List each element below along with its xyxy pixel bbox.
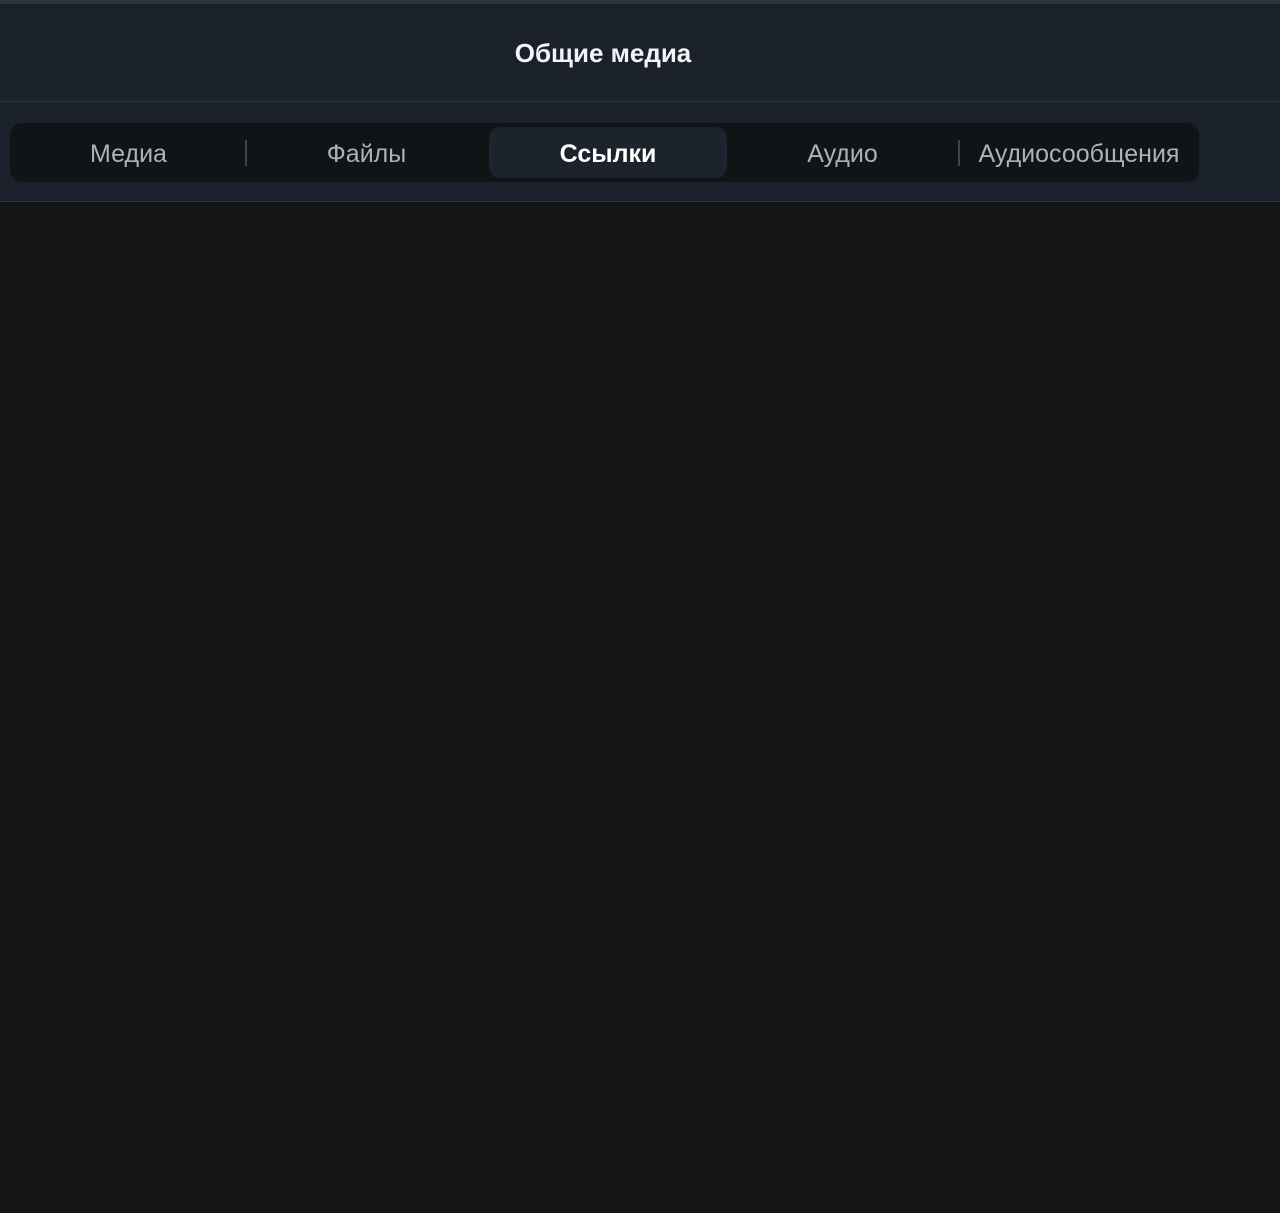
tab-divider [958,140,960,166]
page-title: Общие медиа [514,38,692,68]
tab-media[interactable]: Медиа [10,127,247,178]
tab-files[interactable]: Файлы [248,127,485,178]
tab-audio[interactable]: Аудио [728,127,957,178]
tabs-bar: Медиа Файлы Ссылки Аудио Аудиосообщения [0,102,1280,202]
segmented-tab-control: Медиа Файлы Ссылки Аудио Аудиосообщения [10,123,1199,182]
links-content-area [0,202,1280,1213]
header-bar: Общие медиа [0,4,1280,102]
tab-voice-messages[interactable]: Аудиосообщения [962,127,1196,178]
tab-links[interactable]: Ссылки [489,127,727,178]
tab-divider [245,140,247,166]
